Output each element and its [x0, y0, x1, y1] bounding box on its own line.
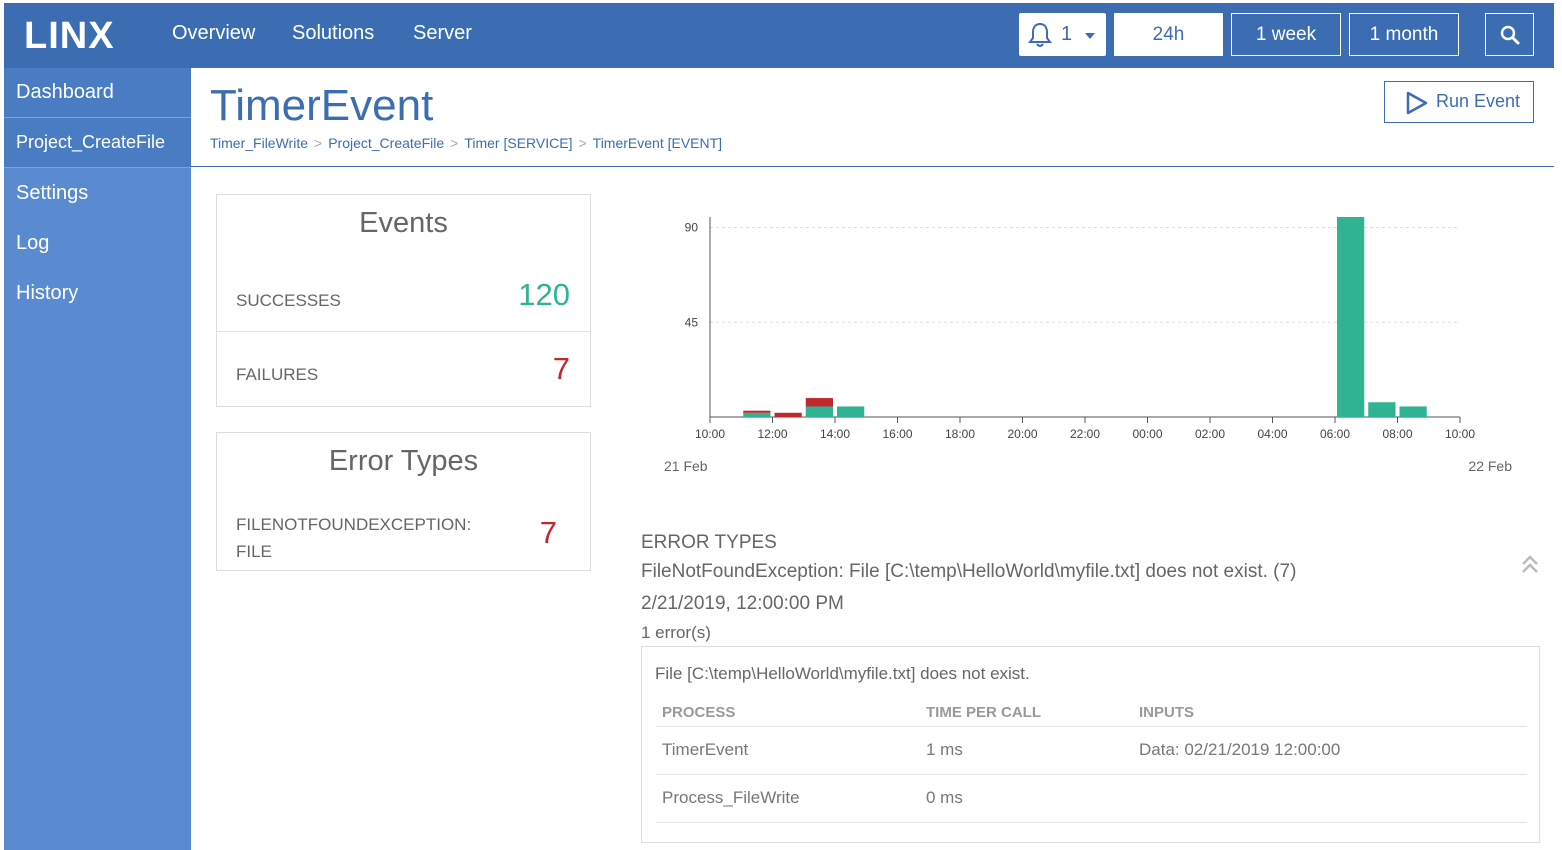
- sidebar-item-history[interactable]: History: [4, 269, 191, 319]
- y-tick-label: 45: [685, 315, 699, 329]
- table-cell: Data: 02/21/2019 12:00:00: [1139, 740, 1341, 759]
- table-divider: [656, 726, 1527, 727]
- error-types-title: Error Types: [328, 445, 479, 477]
- column-header-time-per-call: TIME PER CALL: [926, 704, 1041, 721]
- app-window: LINX Overview Solutions Server 1 24h 1 w…: [4, 3, 1554, 850]
- x-tick-label: 18:00: [945, 427, 975, 441]
- notification-count: 1: [1061, 23, 1073, 45]
- table-cell: 0 ms: [926, 788, 963, 807]
- run-event-button[interactable]: Run Event: [1384, 81, 1534, 123]
- chart-bar: [1399, 406, 1427, 417]
- x-tick-label: 12:00: [757, 427, 787, 441]
- play-icon: [1406, 91, 1428, 115]
- chart-bar: [1368, 402, 1396, 417]
- breadcrumb-separator: >: [450, 135, 459, 151]
- header-divider: [191, 166, 1554, 167]
- error-date: 2/21/2019, 12:00:00 PM: [641, 593, 844, 614]
- error-section-title: ERROR TYPES: [641, 532, 777, 553]
- notifications-dropdown[interactable]: 1: [1019, 13, 1106, 56]
- x-tick-label: 20:00: [1007, 427, 1037, 441]
- sidebar-item-project-createfile[interactable]: Project_CreateFile: [4, 118, 191, 168]
- breadcrumb-item[interactable]: Project_CreateFile: [328, 135, 444, 151]
- x-tick-label: 06:00: [1320, 427, 1350, 441]
- events-chart: 45 90 10:00 12:00 14:00 16:00 18:00 20:00 22:00 0…: [664, 217, 1512, 474]
- table-cell: 1 ms: [926, 740, 963, 759]
- x-tick-label: 10:00: [695, 427, 725, 441]
- error-detail-message: File [C:\temp\HelloWorld\myfile.txt] doe…: [655, 664, 1030, 683]
- chart-bar: [774, 412, 802, 417]
- search-icon: [1500, 25, 1520, 45]
- range-24h-button[interactable]: 24h: [1114, 13, 1223, 56]
- sidebar-item-log[interactable]: Log: [4, 219, 191, 269]
- breadcrumb-item[interactable]: TimerEvent [EVENT]: [593, 135, 722, 151]
- error-type-label: FILENOTFOUNDEXCEPTION: FILE: [236, 515, 472, 561]
- nav-solutions[interactable]: Solutions: [292, 22, 374, 45]
- chevron-down-icon: [1085, 33, 1095, 39]
- bell-icon: [1028, 22, 1052, 47]
- date-label: 21 Feb: [664, 458, 708, 474]
- table-divider: [656, 774, 1527, 775]
- successes-value: 120: [518, 277, 570, 312]
- error-message: FileNotFoundException: File [C:\temp\Hel…: [641, 561, 1297, 582]
- table-cell: TimerEvent: [662, 740, 749, 759]
- range-1-week-button[interactable]: 1 week: [1231, 13, 1341, 56]
- failures-label: FAILURES: [236, 365, 319, 384]
- chart-bar: [743, 410, 771, 413]
- nav-server[interactable]: Server: [413, 22, 472, 45]
- x-tick-label: 08:00: [1382, 427, 1412, 441]
- error-detail-panel: File [C:\temp\HelloWorld\myfile.txt] doe…: [641, 646, 1540, 843]
- breadcrumb-item[interactable]: Timer [SERVICE]: [464, 135, 572, 151]
- column-header-process: PROCESS: [662, 704, 736, 721]
- date-label: 22 Feb: [1468, 458, 1512, 474]
- chart-bar: [805, 398, 833, 407]
- svg-text:LINX: LINX: [24, 17, 115, 53]
- collapse-icon[interactable]: [1520, 553, 1540, 577]
- card-divider: [217, 331, 590, 332]
- x-tick-label: 02:00: [1195, 427, 1225, 441]
- events-card: Events SUCCESSES 120 FAILURES 7: [216, 194, 591, 407]
- error-type-value: 7: [539, 515, 557, 550]
- table-cell: Process_FileWrite: [662, 788, 800, 807]
- nav-overview[interactable]: Overview: [172, 22, 255, 45]
- chart-bar: [1337, 217, 1365, 417]
- linx-logo[interactable]: LINX: [24, 17, 150, 53]
- chart-bar: [805, 406, 833, 417]
- x-tick-label: 16:00: [882, 427, 912, 441]
- sidebar-item-dashboard[interactable]: Dashboard: [4, 68, 191, 118]
- y-tick-label: 90: [685, 221, 699, 235]
- chart-bar: [837, 406, 865, 417]
- breadcrumb-separator: >: [578, 135, 587, 151]
- events-title: Events: [359, 207, 448, 239]
- error-count: 1 error(s): [641, 623, 711, 642]
- successes-label: SUCCESSES: [236, 291, 341, 310]
- range-1-month-button[interactable]: 1 month: [1349, 13, 1459, 56]
- page-title: TimerEvent: [210, 81, 434, 130]
- breadcrumb: Timer_FileWrite > Project_CreateFile > Timer…: [210, 135, 722, 151]
- run-event-label: Run Event: [1436, 91, 1521, 111]
- failures-value: 7: [552, 351, 570, 386]
- error-types-card: Error Types FILENOTFOUNDEXCEPTION: FILE …: [216, 432, 591, 571]
- search-button[interactable]: [1485, 13, 1534, 56]
- x-tick-label: 22:00: [1070, 427, 1100, 441]
- x-tick-label: 10:00: [1445, 427, 1475, 441]
- x-tick-label: 04:00: [1257, 427, 1287, 441]
- table-divider: [656, 822, 1527, 823]
- chart-bar: [743, 412, 771, 417]
- column-header-inputs: INPUTS: [1139, 704, 1195, 721]
- x-tick-label: 00:00: [1132, 427, 1162, 441]
- breadcrumb-separator: >: [314, 135, 323, 151]
- breadcrumb-item[interactable]: Timer_FileWrite: [210, 135, 308, 151]
- sidebar: Dashboard Project_CreateFile Settings Lo…: [4, 68, 191, 850]
- x-tick-label: 14:00: [820, 427, 850, 441]
- sidebar-item-settings[interactable]: Settings: [4, 169, 191, 219]
- top-bar: LINX Overview Solutions Server 1 24h 1 w…: [4, 3, 1554, 68]
